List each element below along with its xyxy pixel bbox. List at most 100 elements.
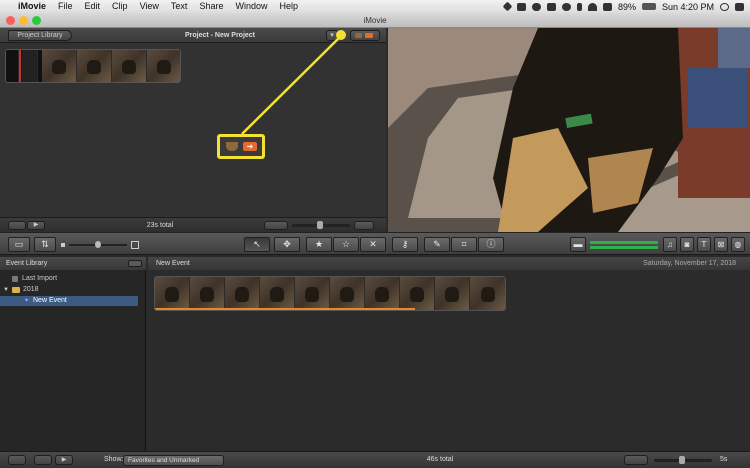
project-clip-frame	[6, 50, 19, 82]
event-item-2018[interactable]: ▼ 2018	[0, 285, 138, 295]
play-full-screen-button[interactable]	[8, 221, 26, 230]
inspector-button[interactable]: ⓘ	[478, 237, 504, 252]
wifi-icon[interactable]	[587, 2, 597, 11]
last-import-icon	[12, 276, 18, 282]
bluetooth-icon[interactable]	[576, 2, 582, 11]
battery-icon[interactable]	[641, 3, 656, 10]
audio-level-meter	[590, 246, 658, 249]
project-zoom-knob[interactable]	[317, 221, 323, 229]
close-window-button[interactable]	[6, 16, 15, 25]
window-title: iMovie	[363, 16, 387, 25]
list-icon[interactable]	[735, 2, 744, 11]
event-zoom-knob[interactable]	[679, 456, 685, 464]
show-label: Show:	[104, 456, 124, 463]
event-star-icon: ✦	[24, 298, 30, 304]
menu-edit[interactable]: Edit	[79, 0, 107, 13]
menu-app-name[interactable]: iMovie	[12, 0, 52, 13]
transition-browser-button[interactable]: ⊠	[714, 237, 728, 252]
dropbox-icon[interactable]	[502, 1, 513, 12]
voiceover-button[interactable]: ▬	[570, 237, 586, 252]
bottom-status-bar: ▶ Show: Favorites and Unmarked 46s total…	[0, 451, 750, 468]
play-full-screen-event-button[interactable]	[34, 455, 52, 465]
swap-small-icon-1	[355, 33, 362, 38]
crop-button[interactable]: ⌗	[451, 237, 477, 252]
project-clip-frame	[42, 50, 77, 82]
grid-icon[interactable]	[546, 2, 556, 11]
menu-text[interactable]: Text	[165, 0, 194, 13]
event-date: Saturday, November 17, 2018	[643, 260, 736, 267]
event-clip-frame	[400, 277, 435, 310]
event-clip-frame	[365, 277, 400, 310]
audio-level-meter	[590, 241, 658, 244]
event-zoom-value: 5s	[720, 456, 728, 463]
menu-clip[interactable]: Clip	[106, 0, 134, 13]
event-library-toggle[interactable]	[128, 260, 142, 267]
swap-events-projects-toggle[interactable]: ⇅	[34, 237, 56, 252]
event-clip-frame	[470, 277, 505, 310]
mark-favorite-button[interactable]: ★	[306, 237, 332, 252]
event-item-last-import[interactable]: Last Import	[0, 274, 138, 284]
event-item-new-event[interactable]: ✦ New Event	[0, 296, 138, 306]
music-browser-button[interactable]: ♫	[663, 237, 677, 252]
minimize-window-button[interactable]	[19, 16, 28, 25]
menu-window[interactable]: Window	[229, 0, 273, 13]
event-clip-frame	[155, 277, 190, 310]
large-thumb-icon	[131, 241, 139, 249]
event-total-duration: 46s total	[426, 456, 454, 463]
battery-percent: 89%	[617, 1, 636, 12]
swap-arrow-icon: ➔	[243, 142, 257, 151]
unmark-button[interactable]: ☆	[333, 237, 359, 252]
search-icon[interactable]	[720, 2, 729, 11]
arrow-tool-button[interactable]: ↖	[244, 237, 270, 252]
reject-button[interactable]: ✕	[360, 237, 386, 252]
project-clip-frame	[112, 50, 147, 82]
folder-icon	[12, 287, 20, 293]
fullscreen-window-button[interactable]	[32, 16, 41, 25]
event-library-header: Event Library	[0, 257, 146, 270]
event-library-title: Event Library	[6, 260, 48, 267]
title-browser-button[interactable]: T	[697, 237, 711, 252]
camera-import-button[interactable]: ▭	[8, 237, 30, 252]
add-event-button[interactable]	[8, 455, 26, 465]
project-header: Project Library Project - New Project ▾	[0, 28, 386, 43]
project-clip-frame	[147, 50, 180, 82]
disclosure-triangle-icon[interactable]: ▼	[3, 285, 9, 295]
play-project-button[interactable]: ▶	[27, 221, 45, 230]
show-filter-value: Favorites and Unmarked	[128, 457, 200, 464]
keyword-button[interactable]: ⚷	[392, 237, 418, 252]
share-icon[interactable]	[516, 2, 526, 11]
project-library-label: Project Library	[17, 32, 63, 39]
time-machine-icon[interactable]	[561, 2, 571, 11]
event-zoom-button[interactable]	[624, 455, 648, 465]
callout-swap-button-highlight: ➔	[217, 134, 265, 159]
adjust-button[interactable]: ✎	[424, 237, 450, 252]
project-total-duration: 23s total	[146, 222, 174, 229]
menu-view[interactable]: View	[134, 0, 165, 13]
photo-browser-button[interactable]: ◙	[680, 237, 694, 252]
project-playhead	[19, 50, 21, 82]
menu-clock[interactable]: Sun 4:20 PM	[662, 2, 714, 12]
play-event-button[interactable]: ▶	[55, 455, 73, 465]
project-filmstrip[interactable]	[5, 49, 181, 83]
event-filmstrip[interactable]	[154, 276, 506, 311]
show-filter-select[interactable]: Favorites and Unmarked	[123, 455, 224, 466]
video-frame	[388, 28, 750, 232]
project-zoom-out-button[interactable]	[354, 221, 374, 230]
volume-icon[interactable]	[602, 2, 612, 11]
project-options-dropdown[interactable]: ▾	[326, 30, 338, 41]
project-status-bar: ▶ 23s total	[0, 217, 386, 232]
thumbnail-size-knob[interactable]	[95, 241, 101, 248]
project-clip-frame	[77, 50, 112, 82]
event-clip-frame	[190, 277, 225, 310]
menu-share[interactable]: Share	[193, 0, 229, 13]
cloud-icon[interactable]	[531, 2, 541, 11]
project-library-button[interactable]: Project Library	[8, 30, 72, 41]
event-name: New Event	[156, 260, 190, 267]
video-viewer[interactable]	[388, 28, 750, 232]
swap-event-icon	[226, 142, 238, 151]
project-zoom-button[interactable]	[264, 221, 288, 230]
map-browser-button[interactable]: ◍	[731, 237, 745, 252]
menu-file[interactable]: File	[52, 0, 79, 13]
menu-help[interactable]: Help	[273, 0, 304, 13]
select-entire-clip-button[interactable]: ✥	[274, 237, 300, 252]
